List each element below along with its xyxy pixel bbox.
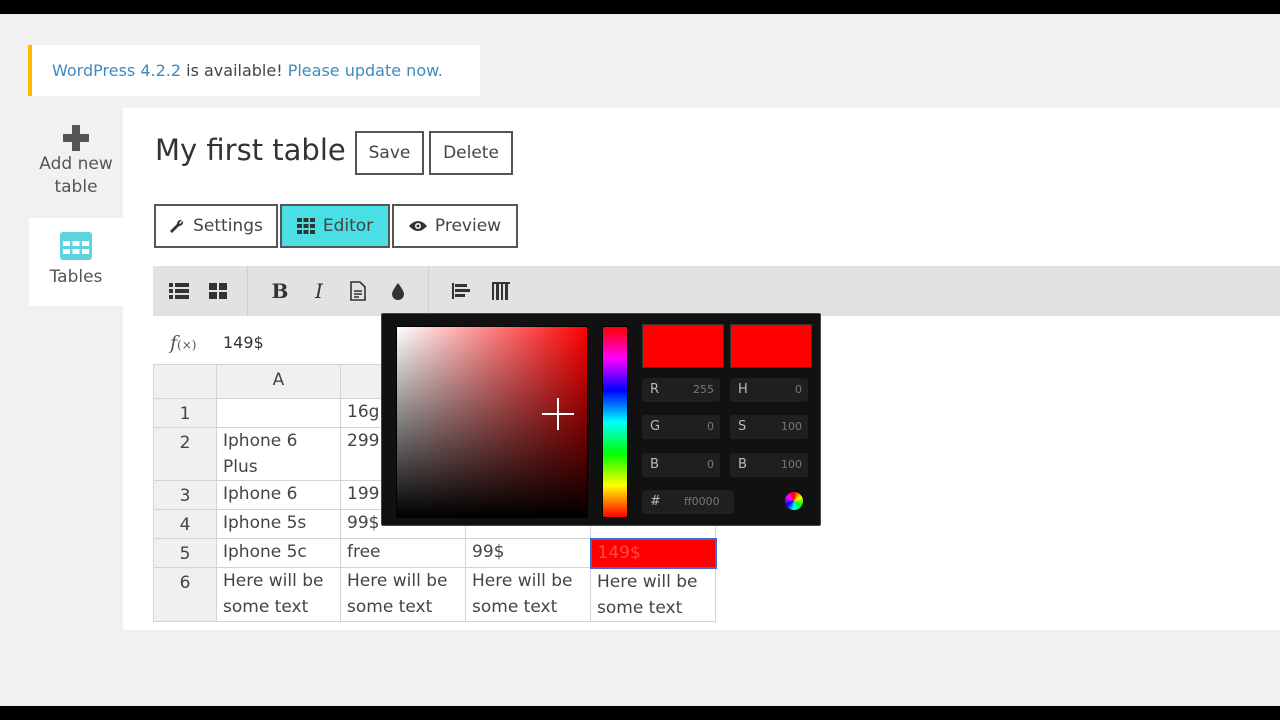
delete-button-label: Delete bbox=[443, 143, 499, 163]
crosshair-icon bbox=[542, 398, 574, 430]
eye-icon bbox=[408, 221, 427, 231]
table-cell[interactable]: free bbox=[340, 538, 466, 568]
update-now-link[interactable]: Please update now. bbox=[288, 61, 443, 80]
sidebar-item-add-new-table[interactable]: Add new table bbox=[29, 115, 123, 215]
red-field[interactable]: R 255 bbox=[642, 378, 720, 402]
page-title: My first table bbox=[155, 133, 346, 167]
row-header[interactable]: 6 bbox=[153, 567, 217, 622]
wrench-icon bbox=[170, 219, 184, 233]
notice-text: is available! bbox=[181, 61, 288, 80]
delete-button[interactable]: Delete bbox=[429, 131, 513, 175]
brightness-label: B bbox=[738, 457, 747, 472]
row-header[interactable]: 1 bbox=[153, 398, 217, 428]
column-header-a[interactable]: A bbox=[216, 364, 341, 399]
video-bottom-bar bbox=[0, 706, 1280, 720]
blue-label: B bbox=[650, 457, 659, 472]
list-view-icon[interactable] bbox=[168, 280, 190, 302]
saturation-brightness-area[interactable] bbox=[396, 326, 588, 518]
toolbar-separator bbox=[428, 266, 429, 316]
saturation-field[interactable]: S 100 bbox=[730, 415, 808, 439]
corner-cell bbox=[153, 364, 217, 399]
hue-field[interactable]: H 0 bbox=[730, 378, 808, 402]
bold-button[interactable]: B bbox=[269, 279, 291, 303]
green-value: 0 bbox=[707, 420, 714, 433]
save-button-label: Save bbox=[368, 143, 411, 163]
tab-editor-label: Editor bbox=[322, 216, 374, 236]
color-picker-popup: R 255 G 0 B 0 H 0 S 100 B 100 # ff0000 bbox=[381, 313, 821, 526]
plus-icon bbox=[63, 125, 89, 151]
update-notice: WordPress 4.2.2 is available! Please upd… bbox=[28, 45, 480, 96]
green-label: G bbox=[650, 419, 661, 434]
table-icon bbox=[60, 232, 92, 260]
columns-icon[interactable] bbox=[490, 280, 512, 302]
tab-editor[interactable]: Editor bbox=[280, 204, 390, 248]
table-cell[interactable]: 99$ bbox=[465, 538, 591, 568]
new-color-swatch bbox=[642, 324, 724, 368]
blue-value: 0 bbox=[707, 458, 714, 471]
formula-label-suffix: (×) bbox=[177, 338, 197, 352]
row-header[interactable]: 2 bbox=[153, 427, 217, 481]
table-cell[interactable] bbox=[216, 398, 341, 428]
hex-value: ff0000 bbox=[684, 495, 720, 508]
red-label: R bbox=[650, 382, 660, 397]
green-field[interactable]: G 0 bbox=[642, 415, 720, 439]
grid-view-icon[interactable] bbox=[207, 280, 229, 302]
row-header[interactable]: 5 bbox=[153, 538, 217, 568]
tab-preview-label: Preview bbox=[434, 216, 502, 236]
saturation-label: S bbox=[738, 419, 747, 434]
brightness-value: 100 bbox=[781, 458, 802, 471]
tab-preview[interactable]: Preview bbox=[392, 204, 518, 248]
table-row: 6 Here will be some text Here will be so… bbox=[153, 567, 716, 622]
table-cell[interactable]: Iphone 6 bbox=[216, 480, 341, 510]
save-button[interactable]: Save bbox=[355, 131, 424, 175]
row-header[interactable]: 3 bbox=[153, 480, 217, 510]
align-left-icon[interactable] bbox=[450, 280, 472, 302]
current-color-swatch bbox=[730, 324, 812, 368]
table-cell[interactable]: Iphone 5c bbox=[216, 538, 341, 568]
color-drop-icon[interactable] bbox=[387, 280, 409, 302]
red-value: 255 bbox=[693, 383, 714, 396]
hex-field[interactable]: # ff0000 bbox=[642, 490, 734, 514]
table-cell[interactable]: Here will be some text bbox=[590, 567, 716, 622]
hex-label: # bbox=[650, 494, 661, 509]
bold-label: B bbox=[271, 279, 289, 303]
tab-settings-label: Settings bbox=[193, 216, 263, 236]
table-cell[interactable]: Iphone 6 Plus bbox=[216, 427, 341, 481]
toolbar-separator bbox=[247, 266, 248, 316]
hue-value: 0 bbox=[795, 383, 802, 396]
table-row: 5 Iphone 5c free 99$ 149$ bbox=[153, 537, 717, 569]
wordpress-version-link[interactable]: WordPress 4.2.2 bbox=[52, 61, 181, 80]
sidebar-add-label-1: Add new bbox=[39, 154, 113, 174]
sidebar-tables-label: Tables bbox=[49, 267, 103, 287]
brightness-field[interactable]: B 100 bbox=[730, 453, 808, 477]
sidebar-add-label-2: table bbox=[54, 177, 98, 197]
italic-label: I bbox=[315, 279, 323, 303]
color-wheel-icon[interactable] bbox=[785, 492, 803, 510]
sidebar-item-tables[interactable]: Tables bbox=[29, 218, 123, 306]
formula-label: f(×) bbox=[170, 332, 196, 354]
blue-field[interactable]: B 0 bbox=[642, 453, 720, 477]
hue-slider[interactable] bbox=[602, 326, 628, 518]
table-cell[interactable]: Here will be some text bbox=[465, 567, 591, 622]
saturation-value: 100 bbox=[781, 420, 802, 433]
formula-input[interactable]: 149$ bbox=[216, 322, 403, 364]
document-icon[interactable] bbox=[347, 280, 369, 302]
table-cell[interactable]: Iphone 5s bbox=[216, 509, 341, 539]
row-header[interactable]: 4 bbox=[153, 509, 217, 539]
formula-label-f: f bbox=[170, 332, 178, 354]
selected-cell[interactable]: 149$ bbox=[589, 537, 717, 569]
hue-label: H bbox=[738, 382, 748, 397]
video-top-bar bbox=[0, 0, 1280, 14]
italic-button[interactable]: I bbox=[308, 279, 330, 303]
grid-icon bbox=[296, 218, 315, 234]
table-cell[interactable]: Here will be some text bbox=[340, 567, 466, 622]
table-cell[interactable]: Here will be some text bbox=[216, 567, 341, 622]
tab-settings[interactable]: Settings bbox=[154, 204, 278, 248]
